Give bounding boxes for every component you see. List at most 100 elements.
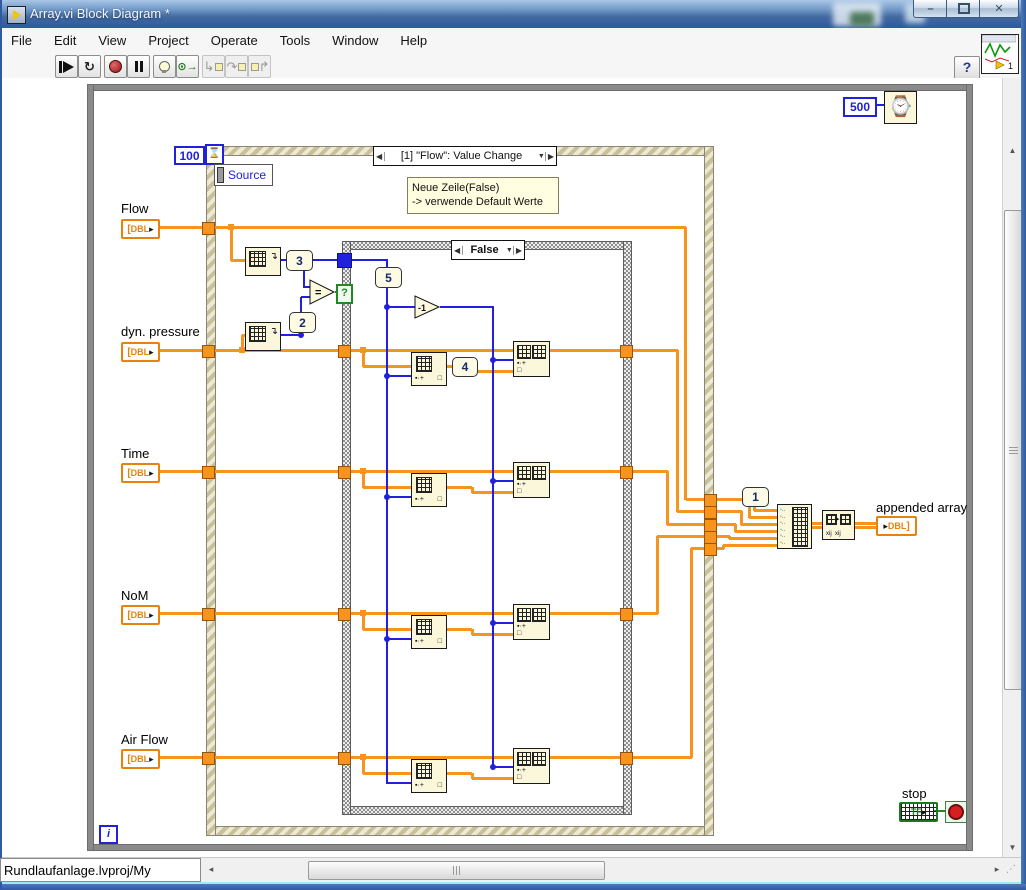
next-case-icon[interactable]: ▶ <box>544 151 556 161</box>
transpose-2d-array-node[interactable]: ▸ xij xij <box>822 510 855 540</box>
wire <box>656 536 659 614</box>
numeric-constant[interactable]: 3 <box>286 250 313 271</box>
tunnel <box>202 345 215 358</box>
replace-array-subset-node[interactable]: ▪·+ □ <box>513 604 550 640</box>
menu-help[interactable]: Help <box>389 33 438 48</box>
air-flow-terminal[interactable]: [DBL ▸ <box>121 749 160 769</box>
title-bar[interactable]: Array.vi Block Diagram * – ✕ <box>0 0 1026 29</box>
replace-array-subset-icon: ▪·+ <box>517 360 526 367</box>
wire <box>386 260 388 784</box>
event-data-node[interactable]: Source <box>214 164 273 186</box>
resize-grip-icon[interactable]: ⋰ <box>1006 864 1020 880</box>
while-loop-border-bottom <box>88 845 972 850</box>
index-array-node[interactable]: ▪·+ □ <box>411 759 447 793</box>
numeric-constant[interactable]: 2 <box>289 312 316 333</box>
stop-terminal[interactable]: TF ▸ <box>899 802 938 822</box>
step-out-button[interactable]: ↱ <box>248 55 271 78</box>
equal-node[interactable]: = <box>309 279 336 305</box>
replace-array-subset-node[interactable]: ▪·+ □ <box>513 748 550 784</box>
decrement-icon: -1 <box>418 303 426 313</box>
menu-view[interactable]: View <box>87 33 137 48</box>
step-over-button[interactable]: ↷ <box>225 55 248 78</box>
menu-project[interactable]: Project <box>137 33 199 48</box>
time-terminal[interactable]: [DBL ▸ <box>121 463 160 483</box>
free-label-comment[interactable]: Neue Zeile(False) -> verwende Default We… <box>407 177 559 214</box>
junction-dot <box>490 357 496 363</box>
scroll-left-icon[interactable]: ◂ <box>204 864 218 875</box>
wire <box>363 772 413 775</box>
terminal-arrow-icon: ▸ <box>149 467 154 478</box>
index-array-icon: ▪·+ <box>415 496 424 503</box>
menu-window[interactable]: Window <box>321 33 389 48</box>
menu-operate[interactable]: Operate <box>200 33 269 48</box>
timeout-hourglass-terminal[interactable]: ⌛ <box>205 144 224 165</box>
scroll-up-icon[interactable]: ▲ <box>1003 146 1022 155</box>
terminal-arrow-icon: ▸ <box>149 753 154 764</box>
while-loop-border-top <box>88 85 972 90</box>
timeout-constant[interactable]: 100 <box>174 146 205 165</box>
menu-tools[interactable]: Tools <box>269 33 321 48</box>
minimize-button[interactable]: – <box>913 0 948 18</box>
chevron-down-icon[interactable]: ▼ <box>506 247 513 254</box>
replace-array-subset-icon: ▪·+ <box>517 481 526 488</box>
menu-edit[interactable]: Edit <box>43 33 87 48</box>
pause-button[interactable] <box>127 55 150 78</box>
wire <box>716 523 736 526</box>
tunnel <box>620 608 633 621</box>
dyn-pressure-terminal[interactable]: [DBL ▸ <box>121 342 160 362</box>
vertical-scrollbar[interactable]: ▲ ▼ <box>1002 78 1022 859</box>
chevron-down-icon[interactable]: ▼ <box>538 153 545 160</box>
nom-terminal[interactable]: [DBL ▸ <box>121 605 160 625</box>
junction-dot <box>384 304 390 310</box>
wire <box>690 548 693 758</box>
array-size-node[interactable]: ↴ <box>245 247 281 276</box>
vi-icon[interactable]: 1 <box>981 34 1019 74</box>
wait-ms-node[interactable]: ⌚ <box>884 91 917 124</box>
wire <box>445 628 472 631</box>
event-selector[interactable]: ◀ [1] "Flow": Value Change ▼ ▶ <box>373 146 557 166</box>
maximize-button[interactable] <box>946 0 981 18</box>
tunnel <box>704 506 717 519</box>
replace-array-subset-node[interactable]: ▪·+ □ <box>513 462 550 498</box>
index-array-node[interactable]: ▪·+ □ <box>411 615 447 649</box>
scroll-down-icon[interactable]: ▼ <box>1003 843 1022 852</box>
wire <box>734 524 737 532</box>
build-array-node[interactable]: ▫‥ ▫‥ ▫‥ ▫‥ ▫‥ ▫‥ <box>777 504 812 549</box>
step-into-button[interactable]: ↳ <box>202 55 225 78</box>
tunnel <box>338 466 351 479</box>
prev-case-icon[interactable]: ◀ <box>452 245 464 255</box>
wait-ms-constant[interactable]: 500 <box>843 97 877 117</box>
scroll-right-icon[interactable]: ▸ <box>990 864 1004 875</box>
numeric-constant[interactable]: 4 <box>452 357 478 377</box>
appended-array-indicator[interactable]: ▸ DBL] <box>876 516 917 536</box>
abort-button[interactable] <box>104 55 127 78</box>
loop-iteration-terminal[interactable]: i <box>99 825 118 844</box>
retain-wire-values-button[interactable]: ⊙→ <box>176 55 199 78</box>
horizontal-scrollbar-thumb[interactable] <box>308 861 605 880</box>
array-size-node[interactable]: ↴ <box>245 322 281 351</box>
run-continuously-button[interactable]: ↻ <box>78 55 101 78</box>
decrement-node[interactable]: -1 <box>414 295 441 319</box>
case-selector[interactable]: ◀ False ▼ ▶ <box>451 240 525 260</box>
flow-terminal[interactable]: [DBL ▸ <box>121 219 160 239</box>
loop-condition-terminal[interactable] <box>945 801 967 823</box>
prev-case-icon[interactable]: ◀ <box>374 151 386 161</box>
context-help-button[interactable]: ? <box>954 56 980 80</box>
index-array-node[interactable]: ▪·+ □ <box>411 352 447 386</box>
close-button[interactable]: ✕ <box>979 0 1019 18</box>
next-case-icon[interactable]: ▶ <box>512 245 524 255</box>
junction-dot <box>360 347 366 353</box>
index-array-node[interactable]: ▪·+ □ <box>411 473 447 507</box>
vertical-scrollbar-thumb[interactable] <box>1004 210 1022 690</box>
run-button[interactable] <box>55 55 78 78</box>
stop-label: stop <box>902 786 927 801</box>
highlight-execution-button[interactable] <box>153 55 176 78</box>
status-bar-context[interactable]: Rundlaufanlage.lvproj/My Computer <box>0 858 201 890</box>
numeric-constant[interactable]: 5 <box>375 267 402 288</box>
numeric-constant[interactable]: 1 <box>742 487 769 507</box>
wire <box>231 259 246 262</box>
menu-file[interactable]: File <box>0 33 43 48</box>
build-array-inputs-icon: ▫‥ ▫‥ ▫‥ ▫‥ ▫‥ ▫‥ <box>780 507 790 546</box>
replace-array-subset-node[interactable]: ▪·+ □ <box>513 341 550 377</box>
wire <box>667 523 706 526</box>
